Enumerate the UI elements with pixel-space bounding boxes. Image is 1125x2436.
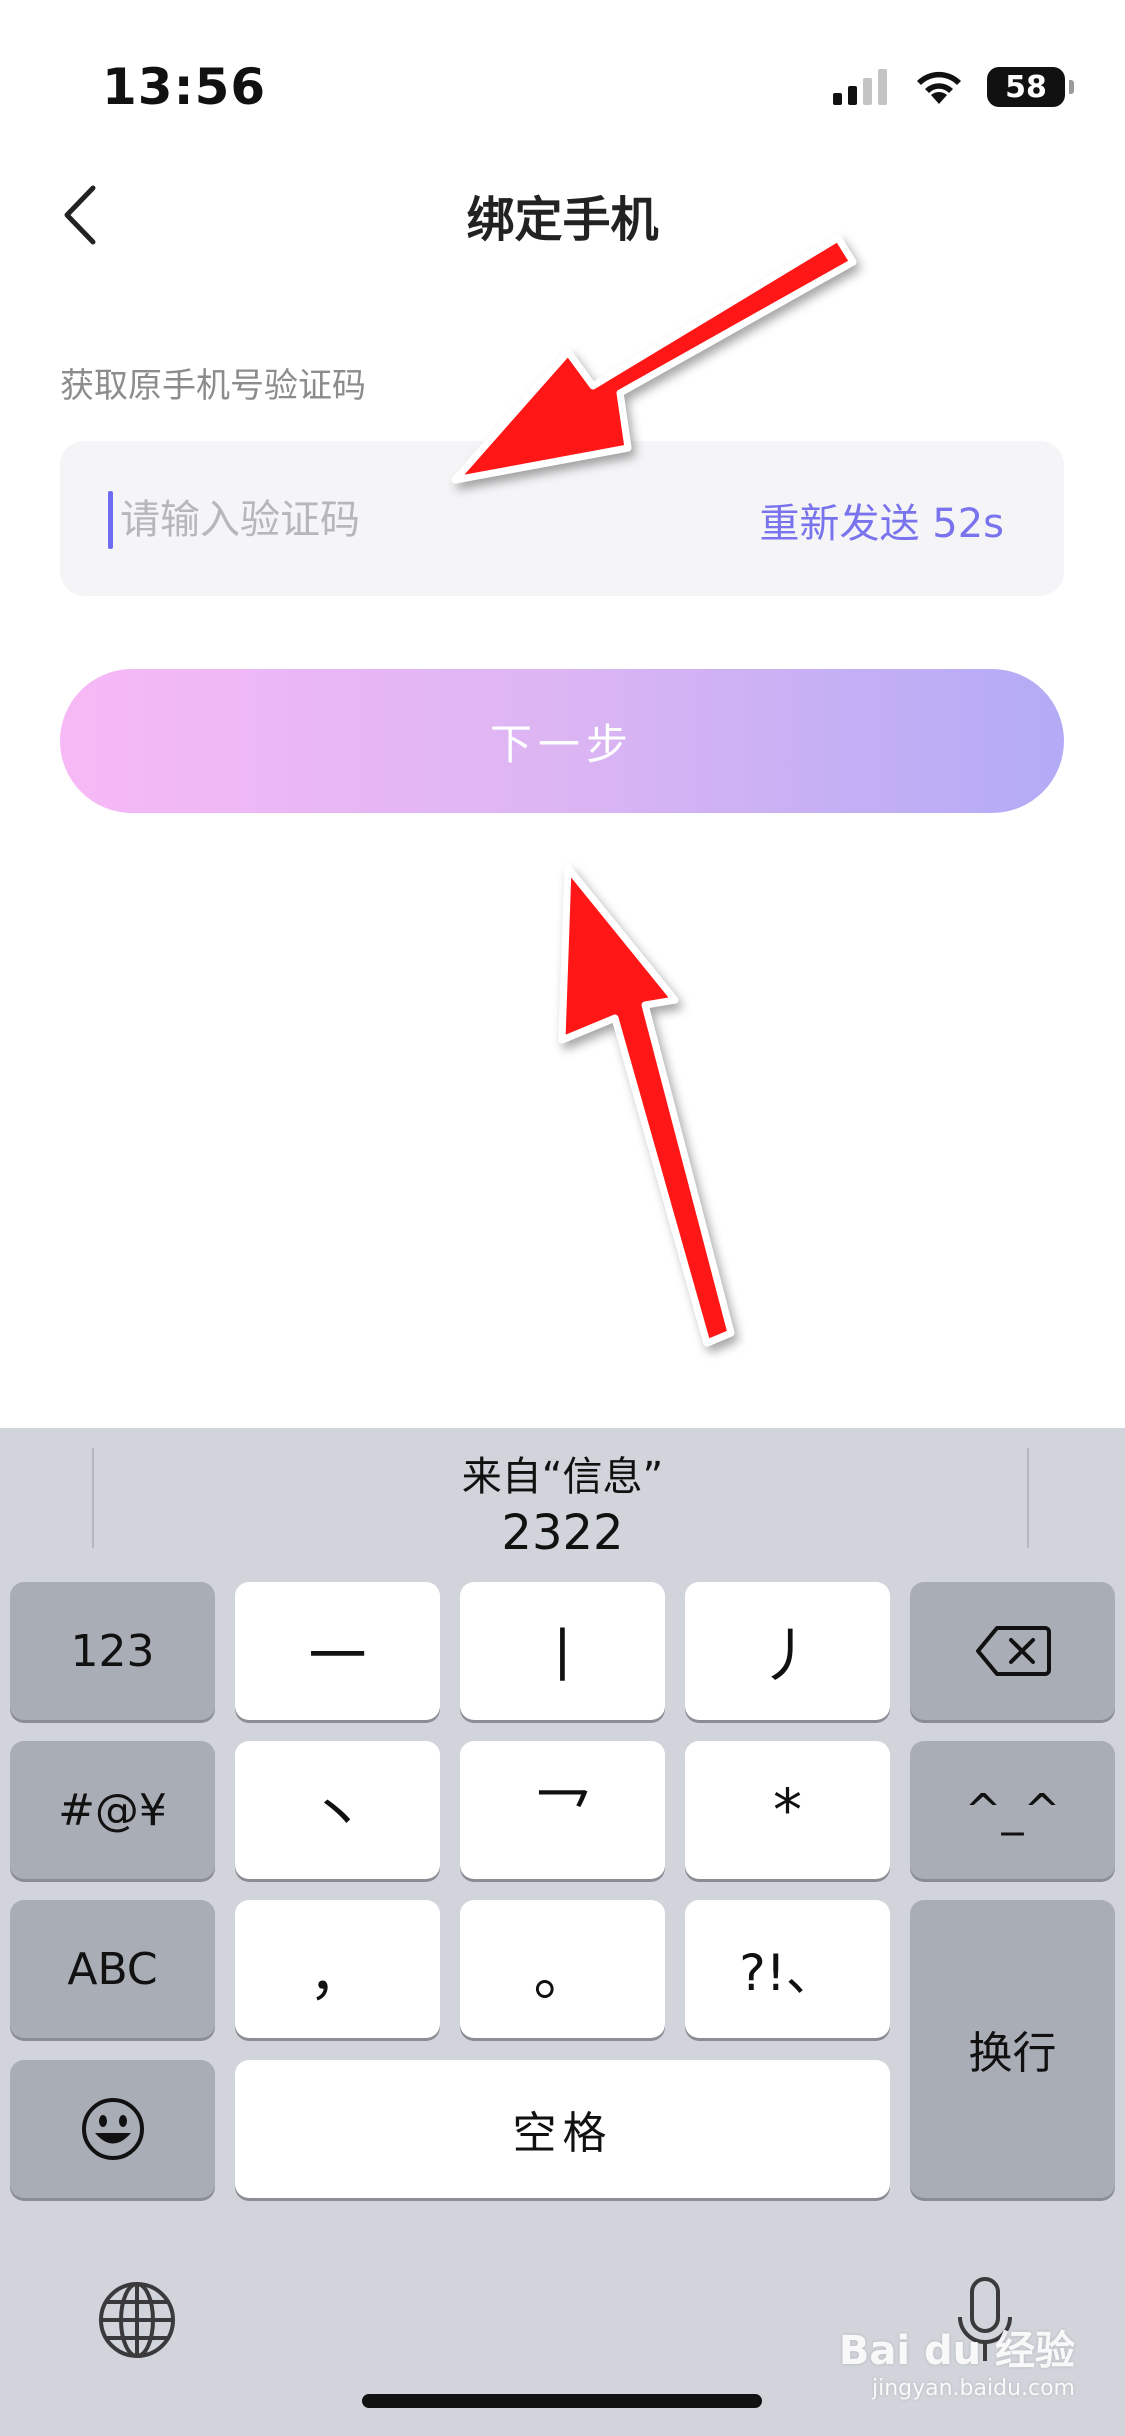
form-subtitle: 获取原手机号验证码 <box>60 366 366 406</box>
next-step-label: 下一步 <box>489 719 634 769</box>
next-step-button[interactable]: 下一步 <box>60 669 1064 813</box>
wifi-icon <box>917 71 961 104</box>
status-indicators: 58 <box>833 62 1074 112</box>
globe-icon <box>99 2282 175 2358</box>
status-time: 13:56 <box>102 58 267 116</box>
arrow-to-next-button <box>558 864 735 1347</box>
key-wildcard[interactable]: * <box>685 1741 890 1879</box>
verification-code-field: 重新发送 52s <box>60 441 1064 596</box>
battery-level: 58 <box>1005 69 1047 105</box>
keyboard: 来自“信息” 2322 123 一 丨 丿 #@¥ 丶 乛 * ^_^ ABC <box>0 1428 1125 2436</box>
page-title: 绑定手机 <box>466 192 659 248</box>
key-emoticon[interactable]: ^_^ <box>910 1741 1115 1879</box>
key-period[interactable]: 。 <box>460 1900 665 2038</box>
key-abc[interactable]: ABC <box>10 1900 215 2038</box>
key-space[interactable]: 空格 <box>235 2060 890 2198</box>
key-punctuation[interactable]: ?!、 <box>685 1900 890 2038</box>
suggestion-source: 来自“信息” <box>461 1454 664 1500</box>
emoji-icon <box>81 2098 144 2160</box>
key-return[interactable]: 换行 <box>910 1900 1115 2198</box>
resend-code-button[interactable]: 重新发送 52s <box>760 491 1004 549</box>
key-stroke-pie[interactable]: 丿 <box>685 1582 890 1720</box>
signal-icon <box>833 69 887 105</box>
key-emoji[interactable] <box>10 2060 215 2198</box>
text-cursor <box>108 491 113 549</box>
watermark-url: jingyan.baidu.com <box>871 2376 1075 2401</box>
suggestion-code: 2322 <box>501 1505 624 1561</box>
home-indicator[interactable] <box>362 2394 762 2408</box>
key-stroke-dian[interactable]: 丶 <box>235 1741 440 1879</box>
key-stroke-heng[interactable]: 一 <box>235 1582 440 1720</box>
watermark-brand: Bai du 经验 <box>838 2328 1075 2374</box>
key-delete[interactable] <box>910 1582 1115 1720</box>
autofill-suggestion[interactable]: 来自“信息” 2322 <box>0 1450 1125 1562</box>
backspace-icon <box>975 1626 1051 1676</box>
key-stroke-shu[interactable]: 丨 <box>460 1582 665 1720</box>
key-symbols[interactable]: #@¥ <box>10 1741 215 1879</box>
globe-button[interactable] <box>95 2278 179 2362</box>
baidu-watermark: Bai du 经验 jingyan.baidu.com <box>839 2318 1075 2401</box>
key-comma[interactable]: ， <box>235 1900 440 2038</box>
verification-code-input[interactable] <box>118 481 682 559</box>
key-stroke-zhe[interactable]: 乛 <box>460 1741 665 1879</box>
key-numbers[interactable]: 123 <box>10 1582 215 1720</box>
battery-indicator: 58 <box>987 67 1074 107</box>
